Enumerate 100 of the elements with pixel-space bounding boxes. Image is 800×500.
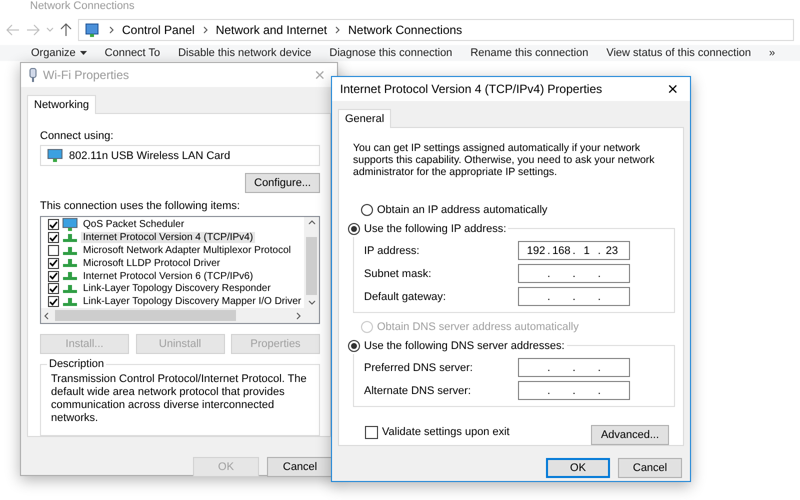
dot-separator: . [572, 268, 576, 280]
dot-separator: . [547, 384, 550, 396]
checkbox[interactable] [48, 258, 59, 269]
dot-separator: . [598, 268, 601, 280]
toolbar-button[interactable]: Diagnose this connection [320, 45, 462, 61]
network-protocol-icon [62, 258, 78, 268]
chevron-down-icon[interactable] [308, 300, 316, 305]
description-text: Transmission Control Protocol/Internet Protocol. The default wide area network protocol that provides communication across diverse interconnected networks. [51, 373, 308, 425]
dot-separator: . [572, 290, 576, 302]
dialog-title: Internet Protocol Version 4 (TCP/IPv4) Properties [340, 82, 604, 96]
control-panel-icon [85, 22, 101, 38]
radio-label: Use the following DNS server addresses: [364, 340, 565, 352]
intro-text: You can get IP settings assigned automatically if your network supports this capability. Otherwise, you need to ask your network administrator for the appropriate IP settings. [353, 142, 656, 178]
checkbox[interactable] [48, 232, 59, 244]
ip-address-field[interactable]: . . . [518, 287, 630, 306]
caret-icon [80, 51, 87, 55]
checkbox[interactable] [365, 426, 378, 438]
list-item[interactable]: Link-Layer Topology Discovery Responder [81, 283, 273, 294]
dialog-button[interactable]: Cancel [267, 457, 333, 477]
close-button[interactable]: × [663, 80, 682, 98]
network-protocol-icon [62, 246, 78, 256]
breadcrumb-item[interactable]: Control Panel [122, 23, 195, 37]
dialog-button[interactable]: Cancel [618, 458, 682, 478]
chevron-right-icon [109, 26, 114, 34]
field-label: Subnet mask: [364, 268, 432, 280]
configure-button[interactable]: Configure... [245, 173, 320, 194]
list-item[interactable]: Internet Protocol Version 4 (TCP/IPv4) [81, 232, 256, 244]
octet-text: 23 [604, 244, 620, 256]
radio-button[interactable] [348, 340, 360, 352]
list-item[interactable]: Microsoft LLDP Protocol Driver [81, 258, 222, 269]
octet-text: 192 [526, 244, 546, 256]
field-label: Connect using: [40, 130, 114, 142]
wifi-adapter-icon [29, 68, 37, 82]
octet-text: 1 [582, 244, 591, 256]
chevron-right-icon[interactable] [296, 312, 301, 320]
checkbox[interactable] [48, 283, 59, 294]
dot-separator: . [598, 290, 601, 302]
toolbar-button[interactable]: Disable this network device [169, 45, 320, 61]
network-protocol-icon [62, 284, 78, 294]
list-item[interactable]: Link-Layer Topology Discovery Mapper I/O Driver [81, 296, 304, 308]
group-title: Description [48, 358, 106, 370]
dot-separator: . [547, 244, 550, 256]
dot-separator: . [547, 268, 550, 280]
radio-label: Obtain DNS server address automatically [377, 320, 579, 332]
scrollbar-thumb[interactable] [306, 236, 317, 295]
tab[interactable]: Networking [27, 95, 96, 114]
list-item[interactable]: Internet Protocol Version 6 (TCP/IPv6) [81, 270, 256, 282]
toolbar-button[interactable]: Rename this connection [461, 45, 598, 61]
more-button[interactable]: » [760, 45, 784, 61]
ip-address-field[interactable]: . . . [518, 358, 630, 377]
address-bar[interactable]: Control Panel Network and Internet Network Connections [78, 19, 794, 41]
breadcrumb-item[interactable]: Network and Internet [216, 23, 328, 37]
checkbox[interactable] [48, 245, 59, 256]
monitor-network-icon [62, 218, 78, 232]
monitor-network-icon [47, 149, 63, 162]
radio-label: Use the following IP address: [364, 222, 506, 234]
field-label: Alternate DNS server: [364, 384, 471, 396]
toolbar-button[interactable]: View status of this connection [597, 45, 760, 61]
dot-separator: . [572, 384, 576, 396]
toolbar-button[interactable]: Organize [22, 45, 96, 61]
chevron-right-icon [335, 26, 340, 34]
dot-separator: . [598, 384, 601, 396]
toolbar-button[interactable]: Connect To [96, 45, 170, 61]
dialog-title: Wi-Fi Properties [43, 68, 130, 82]
horizontal-scrollbar[interactable] [41, 308, 304, 323]
vertical-scrollbar[interactable] [304, 217, 319, 308]
field-label: Preferred DNS server: [364, 362, 473, 374]
list-item[interactable]: Microsoft Network Adapter Multiplexor Protocol [81, 245, 293, 256]
up-arrow-icon[interactable] [60, 23, 72, 37]
dot-separator: . [598, 244, 601, 256]
ip-address-field[interactable]: . . . [518, 381, 630, 400]
scrollbar-thumb[interactable] [55, 310, 236, 321]
dot-separator: . [572, 362, 576, 374]
checkbox[interactable] [48, 219, 59, 230]
adapter-name: 802.11n USB Wireless LAN Card [69, 150, 230, 162]
window-title: Network Connections [30, 0, 135, 12]
dot-separator: . [547, 362, 550, 374]
chevron-up-icon[interactable] [308, 220, 316, 226]
dialog-button[interactable]: OK [546, 458, 610, 478]
checkbox[interactable] [48, 296, 59, 308]
checkbox[interactable] [48, 270, 59, 282]
chevron-left-icon[interactable] [44, 312, 49, 320]
list-item[interactable]: QoS Packet Scheduler [81, 219, 186, 230]
radio-button[interactable] [361, 204, 373, 216]
field-label: Default gateway: [364, 290, 446, 302]
ip-address-field[interactable]: . . . [518, 264, 630, 283]
advanced-button[interactable]: Advanced... [591, 425, 669, 445]
tab[interactable]: General [338, 109, 392, 128]
radio-label: Obtain an IP address automatically [377, 204, 548, 216]
network-protocol-icon [62, 296, 78, 307]
ip-address-field[interactable]: 192 . 168 . 1 . 23 [518, 241, 630, 260]
network-protocol-icon [62, 271, 78, 282]
dot-separator: . [598, 362, 601, 374]
network-protocol-icon [62, 232, 78, 243]
radio-button[interactable] [348, 222, 360, 234]
octet-text: 168 [551, 244, 572, 256]
checkbox-label: Validate settings upon exit [382, 426, 510, 438]
chevron-right-icon [202, 26, 208, 34]
dot-separator: . [572, 244, 576, 256]
breadcrumb-item[interactable]: Network Connections [348, 23, 462, 37]
